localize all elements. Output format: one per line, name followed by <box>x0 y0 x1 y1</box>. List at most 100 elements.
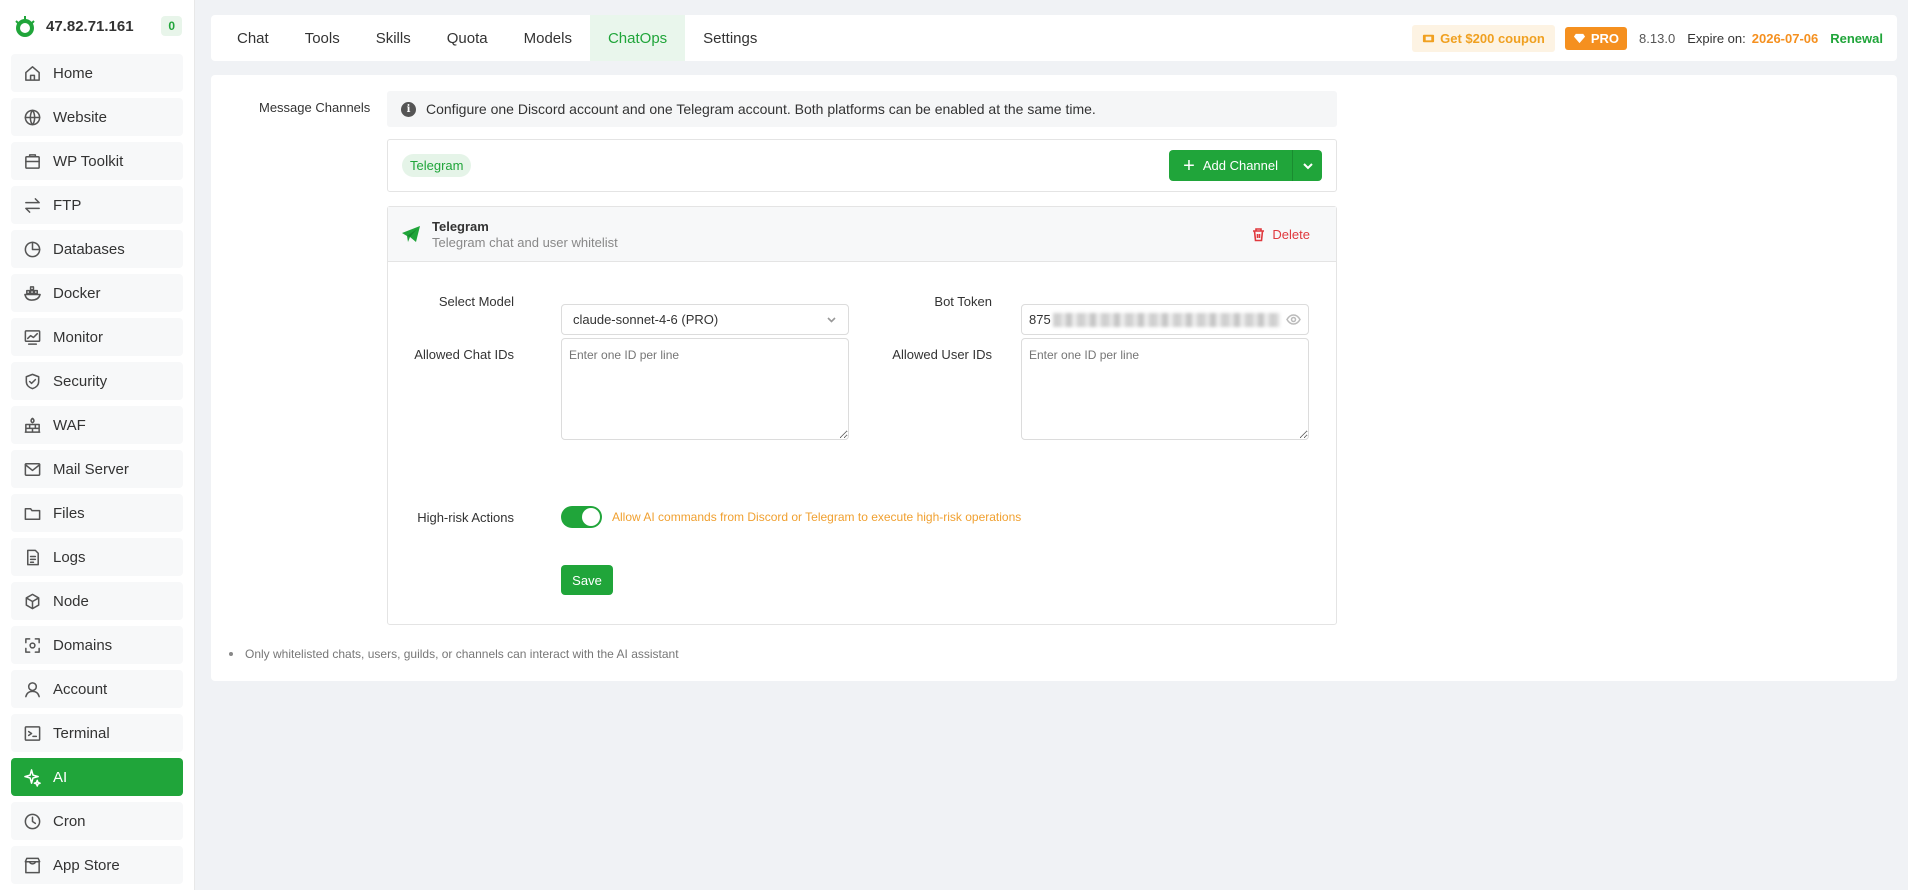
renewal-link[interactable]: Renewal <box>1830 31 1883 46</box>
telegram-card: Telegram Telegram chat and user whitelis… <box>387 206 1337 625</box>
globe-icon <box>22 107 42 127</box>
tab-quota[interactable]: Quota <box>429 15 506 61</box>
sidebar-item-label: Security <box>53 372 108 390</box>
notification-badge[interactable]: 0 <box>161 16 182 36</box>
sidebar-item-label: AI <box>53 768 68 786</box>
sidebar-item-domains[interactable]: Domains <box>11 626 183 664</box>
toggle-knob <box>582 508 600 526</box>
allowed-chat-ids-input[interactable] <box>561 338 849 440</box>
sidebar-item-terminal[interactable]: Terminal <box>11 714 183 752</box>
transfer-icon <box>22 195 42 215</box>
sidebar-item-ftp[interactable]: FTP <box>11 186 183 224</box>
sidebar-item-label: Website <box>53 108 107 126</box>
sparkle-icon <box>22 767 42 787</box>
sidebar-item-label: Files <box>53 504 85 522</box>
coupon-button[interactable]: Get $200 coupon <box>1412 24 1555 52</box>
diamond-icon <box>1573 33 1585 43</box>
sidebar-item-label: Account <box>53 680 108 698</box>
sidebar-item-label: Node <box>53 592 89 610</box>
allowed-user-ids-input[interactable] <box>1021 338 1309 440</box>
card-title: Telegram <box>432 218 489 234</box>
tab-chatops[interactable]: ChatOps <box>589 15 686 61</box>
tab-skills[interactable]: Skills <box>358 15 429 61</box>
top-bar: Chat Tools Skills Quota Models ChatOps Setting… <box>211 15 1897 61</box>
folder-icon <box>22 503 42 523</box>
tab-settings[interactable]: Settings <box>685 15 775 61</box>
tab-tools[interactable]: Tools <box>287 15 358 61</box>
sidebar-item-monitor[interactable]: Monitor <box>11 318 183 356</box>
tab-bar: Chat Tools Skills Quota Models ChatOps Setting… <box>211 15 775 61</box>
logo-icon <box>15 16 35 37</box>
clock-icon <box>22 811 42 831</box>
sidebar-item-label: FTP <box>53 196 82 214</box>
sidebar-item-label: WP Toolkit <box>53 152 124 170</box>
chatops-panel: Message Channels i Configure one Discord… <box>211 75 1897 681</box>
message-channels-label: Message Channels <box>259 100 371 115</box>
eye-icon[interactable] <box>1286 312 1301 327</box>
model-select-value: claude-sonnet-4-6 (PRO) <box>573 312 719 327</box>
sidebar-item-databases[interactable]: Databases <box>11 230 183 268</box>
add-channel-button-group: + Add Channel <box>1169 150 1322 181</box>
sidebar-item-label: Docker <box>53 284 101 302</box>
sidebar-item-home[interactable]: Home <box>11 54 183 92</box>
domain-icon <box>22 635 42 655</box>
note-text: Only whitelisted chats, users, guilds, o… <box>245 647 679 661</box>
mail-icon <box>22 459 42 479</box>
sidebar-item-cron[interactable]: Cron <box>11 802 183 840</box>
pro-badge[interactable]: PRO <box>1564 26 1628 50</box>
coupon-label: Get $200 coupon <box>1440 30 1545 46</box>
select-model-label: Select Model <box>438 294 514 309</box>
bot-token-value: 875 <box>1029 312 1051 327</box>
high-risk-label: High-risk Actions <box>417 510 514 525</box>
sidebar-item-wp-toolkit[interactable]: WP Toolkit <box>11 142 183 180</box>
high-risk-description: Allow AI commands from Discord or Telegr… <box>612 510 1022 524</box>
sidebar-item-label: Cron <box>53 812 86 830</box>
chevron-down-icon <box>827 317 836 323</box>
model-select[interactable]: claude-sonnet-4-6 (PRO) <box>561 304 849 335</box>
info-banner: i Configure one Discord account and one … <box>387 91 1337 127</box>
allowed-user-ids-label: Allowed User IDs <box>892 347 992 362</box>
telegram-icon <box>402 226 420 242</box>
sidebar-item-node[interactable]: Node <box>11 582 183 620</box>
delete-label: Delete <box>1272 226 1310 242</box>
sidebar-item-label: Home <box>53 64 94 82</box>
log-icon <box>22 547 42 567</box>
delete-button[interactable]: Delete <box>1251 227 1310 242</box>
database-icon <box>22 239 42 259</box>
sidebar-item-ai[interactable]: AI <box>11 758 183 796</box>
channel-chip-telegram[interactable]: Telegram <box>402 154 472 177</box>
sidebar-item-account[interactable]: Account <box>11 670 183 708</box>
sidebar-item-mail-server[interactable]: Mail Server <box>11 450 183 488</box>
sidebar-item-files[interactable]: Files <box>11 494 183 532</box>
bot-token-label: Bot Token <box>934 294 992 309</box>
sidebar-item-app-store[interactable]: App Store <box>11 846 183 884</box>
bullet <box>229 652 233 656</box>
top-right-info: Get $200 coupon PRO 8.13.0 Expire on: 20… <box>1412 24 1897 52</box>
store-icon <box>22 855 42 875</box>
high-risk-toggle[interactable] <box>561 506 602 528</box>
masked-token <box>1052 312 1280 327</box>
add-channel-dropdown[interactable] <box>1292 150 1322 181</box>
tab-chat[interactable]: Chat <box>219 15 287 61</box>
bot-token-input[interactable]: 875 <box>1021 304 1309 335</box>
pro-label: PRO <box>1590 30 1620 46</box>
sidebar-item-label: App Store <box>53 856 120 874</box>
tab-models[interactable]: Models <box>506 15 590 61</box>
save-button[interactable]: Save <box>561 565 613 595</box>
sidebar-item-security[interactable]: Security <box>11 362 183 400</box>
sidebar-item-docker[interactable]: Docker <box>11 274 183 312</box>
monitor-icon <box>22 327 42 347</box>
sidebar-item-logs[interactable]: Logs <box>11 538 183 576</box>
trash-icon <box>1253 227 1265 241</box>
firewall-icon <box>22 415 42 435</box>
sidebar-item-label: Monitor <box>53 328 104 346</box>
docker-icon <box>22 283 42 303</box>
sidebar-item-waf[interactable]: WAF <box>11 406 183 444</box>
home-icon <box>22 63 42 83</box>
sidebar-item-website[interactable]: Website <box>11 98 183 136</box>
server-ip[interactable]: 47.82.71.161 <box>46 18 161 35</box>
brand: 47.82.71.161 0 <box>0 0 194 52</box>
terminal-icon <box>22 723 42 743</box>
add-channel-button[interactable]: + Add Channel <box>1169 150 1292 181</box>
whitelist-note: Only whitelisted chats, users, guilds, o… <box>229 647 679 661</box>
